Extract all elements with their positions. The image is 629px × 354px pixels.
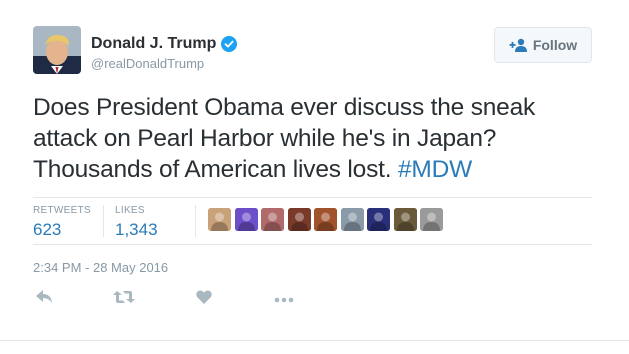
liker-avatar[interactable]: [420, 208, 443, 231]
follow-button[interactable]: Follow: [494, 27, 592, 63]
liker-avatars: [208, 208, 447, 231]
reply-icon: [35, 289, 53, 309]
liker-avatar[interactable]: [367, 208, 390, 231]
reply-button[interactable]: [33, 289, 55, 309]
likes-stat[interactable]: LIKES 1,343: [115, 205, 158, 240]
more-icon: [274, 290, 294, 308]
author-handle[interactable]: @realDonaldTrump: [91, 56, 204, 71]
like-icon: [196, 289, 212, 309]
retweets-stat[interactable]: RETWEETS 623: [33, 205, 91, 240]
author-name-row: Donald J. Trump: [91, 35, 238, 53]
stat-separator: [103, 205, 104, 237]
follow-user-icon: [509, 38, 529, 52]
tweet-card: Donald J. Trump @realDonaldTrump Follow …: [0, 0, 629, 354]
retweet-icon: [113, 290, 135, 309]
likes-label: LIKES: [115, 205, 145, 216]
retweet-button[interactable]: [113, 289, 135, 309]
tweet-actions: [33, 289, 333, 309]
retweets-count: 623: [33, 220, 62, 239]
hashtag-link[interactable]: #MDW: [398, 156, 472, 183]
retweets-label: RETWEETS: [33, 205, 91, 216]
divider-top: [33, 197, 592, 198]
liker-avatar[interactable]: [287, 208, 311, 231]
tweet-timestamp[interactable]: 2:34 PM - 28 May 2016: [33, 260, 168, 275]
divider-bottom: [33, 244, 592, 245]
tweet-text: Does President Obama ever discuss the sn…: [33, 92, 603, 185]
liker-avatar[interactable]: [208, 208, 231, 231]
author-display-name[interactable]: Donald J. Trump: [91, 35, 216, 53]
liker-avatar[interactable]: [393, 208, 417, 231]
follow-button-label: Follow: [532, 37, 578, 53]
like-button[interactable]: [193, 289, 215, 309]
stat-separator: [195, 205, 196, 237]
card-bottom-border: [0, 340, 629, 341]
liker-avatar[interactable]: [340, 208, 364, 231]
author-avatar[interactable]: [33, 26, 81, 74]
liker-avatar[interactable]: [314, 208, 337, 231]
liker-avatar[interactable]: [261, 208, 284, 231]
liker-avatar[interactable]: [234, 208, 258, 231]
likes-count: 1,343: [115, 220, 158, 239]
more-button[interactable]: [273, 289, 295, 309]
verified-badge-icon: [221, 36, 238, 52]
